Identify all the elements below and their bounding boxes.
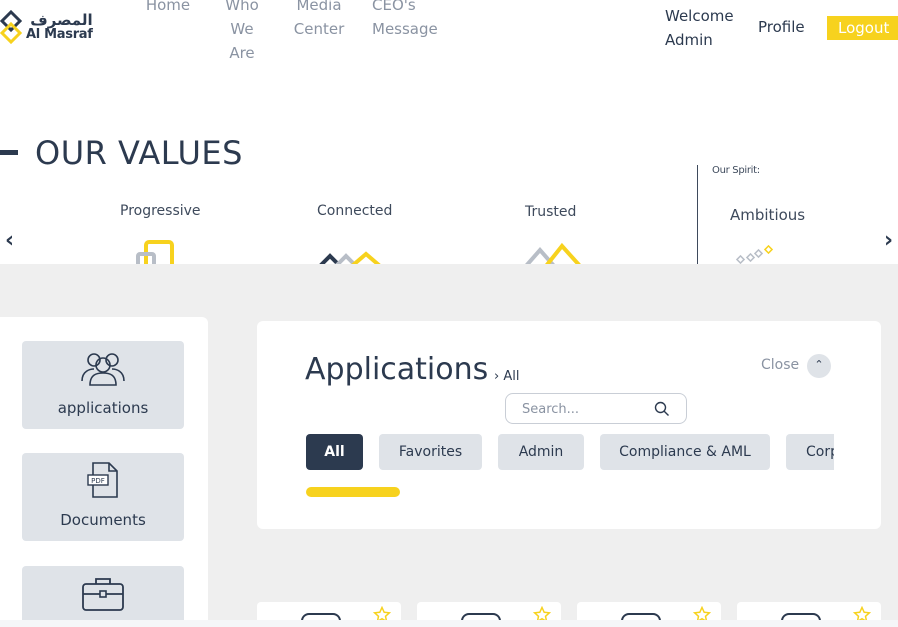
search-box[interactable] <box>505 393 687 424</box>
logo-english-text: Al Masraf <box>26 27 93 42</box>
chevron-up-icon: ⌃ <box>814 358 824 371</box>
sidebar-item-label: Documents <box>60 511 146 529</box>
values-title: OUR VALUES <box>35 134 243 172</box>
nav-ceo-message[interactable]: CEO's Message <box>372 0 454 41</box>
search-icon[interactable] <box>654 401 670 417</box>
values-title-dash <box>0 150 18 155</box>
svg-text:PDF: PDF <box>91 477 105 485</box>
tab-corporate[interactable]: Corporate <box>786 434 834 470</box>
spirit-divider <box>697 165 698 264</box>
logo-arabic-text: المصرف <box>30 11 93 29</box>
progressive-icon <box>136 240 174 266</box>
close-label[interactable]: Close <box>761 357 799 373</box>
breadcrumb: › All <box>494 369 520 384</box>
logo-mark-icon <box>0 10 22 44</box>
values-next-arrow-icon[interactable]: › <box>884 228 893 253</box>
sidebar-item-label: applications <box>57 399 149 417</box>
tab-compliance-aml[interactable]: Compliance & AML <box>600 434 770 470</box>
sidebar-item-applications[interactable]: applications <box>22 341 184 429</box>
brand-logo[interactable]: المصرف Al Masraf <box>0 10 93 44</box>
value-ambitious: Ambitious <box>730 206 806 224</box>
our-spirit-label: Our Spirit: <box>712 165 760 176</box>
nav-home[interactable]: Home <box>140 0 196 17</box>
sidebar-item-documents[interactable]: PDF Documents <box>22 453 184 541</box>
tab-favorites[interactable]: Favorites <box>379 434 482 470</box>
bottom-strip <box>0 620 898 627</box>
welcome-text: Welcome Admin <box>665 7 734 49</box>
profile-link[interactable]: Profile <box>758 15 805 39</box>
values-prev-arrow-icon[interactable]: ‹ <box>5 228 14 253</box>
collapse-button[interactable]: ⌃ <box>807 354 831 378</box>
sidebar-item-briefcase[interactable] <box>22 566 184 627</box>
category-tabs: All Favorites Admin Compliance & AML Cor… <box>305 434 834 471</box>
page-title: Applications <box>305 352 489 387</box>
tab-all[interactable]: All <box>306 434 363 470</box>
trusted-icon <box>524 242 582 266</box>
logout-button[interactable]: Logout <box>827 16 898 40</box>
nav-media-center[interactable]: Media Center <box>288 0 350 41</box>
value-trusted: Trusted <box>525 204 577 220</box>
tabs-scroll-indicator[interactable] <box>306 487 400 497</box>
value-connected: Connected <box>317 203 393 219</box>
ambitious-icon <box>736 245 774 265</box>
nav-who-we-are[interactable]: Who We Are <box>218 0 266 65</box>
briefcase-icon <box>82 578 124 611</box>
tab-admin[interactable]: Admin <box>498 434 584 470</box>
value-progressive: Progressive <box>120 203 201 219</box>
users-group-icon <box>81 353 125 386</box>
search-input[interactable] <box>522 399 652 419</box>
pdf-document-icon: PDF <box>87 462 118 498</box>
